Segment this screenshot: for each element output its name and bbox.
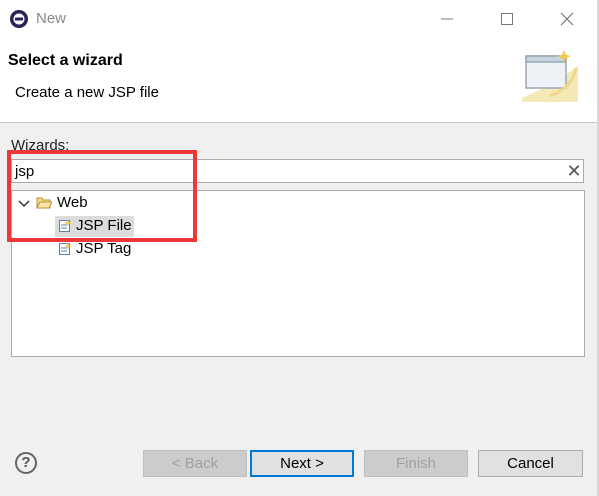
next-button[interactable]: Next > — [250, 450, 354, 477]
cancel-button[interactable]: Cancel — [478, 450, 583, 477]
close-button[interactable] — [552, 6, 582, 32]
clear-filter-icon[interactable]: ✕ — [565, 161, 583, 181]
minimize-button[interactable] — [432, 6, 462, 32]
wizard-banner-icon — [522, 50, 578, 102]
tree-item-jsp-tag[interactable]: JSP Tag — [76, 240, 131, 257]
banner-title: Select a wizard — [8, 52, 123, 69]
back-button[interactable]: < Back — [143, 450, 247, 477]
banner-description: Create a new JSP file — [15, 84, 159, 101]
help-icon[interactable]: ? — [15, 452, 37, 474]
highlight-annotation-box — [7, 150, 197, 242]
window-title: New — [36, 10, 67, 27]
jsp-tag-icon[interactable] — [58, 242, 72, 256]
maximize-icon — [501, 13, 513, 25]
maximize-button[interactable] — [492, 6, 522, 32]
eclipse-app-icon — [10, 10, 28, 28]
finish-button[interactable]: Finish — [364, 450, 468, 477]
close-icon — [560, 12, 574, 26]
minimize-icon — [441, 18, 453, 20]
